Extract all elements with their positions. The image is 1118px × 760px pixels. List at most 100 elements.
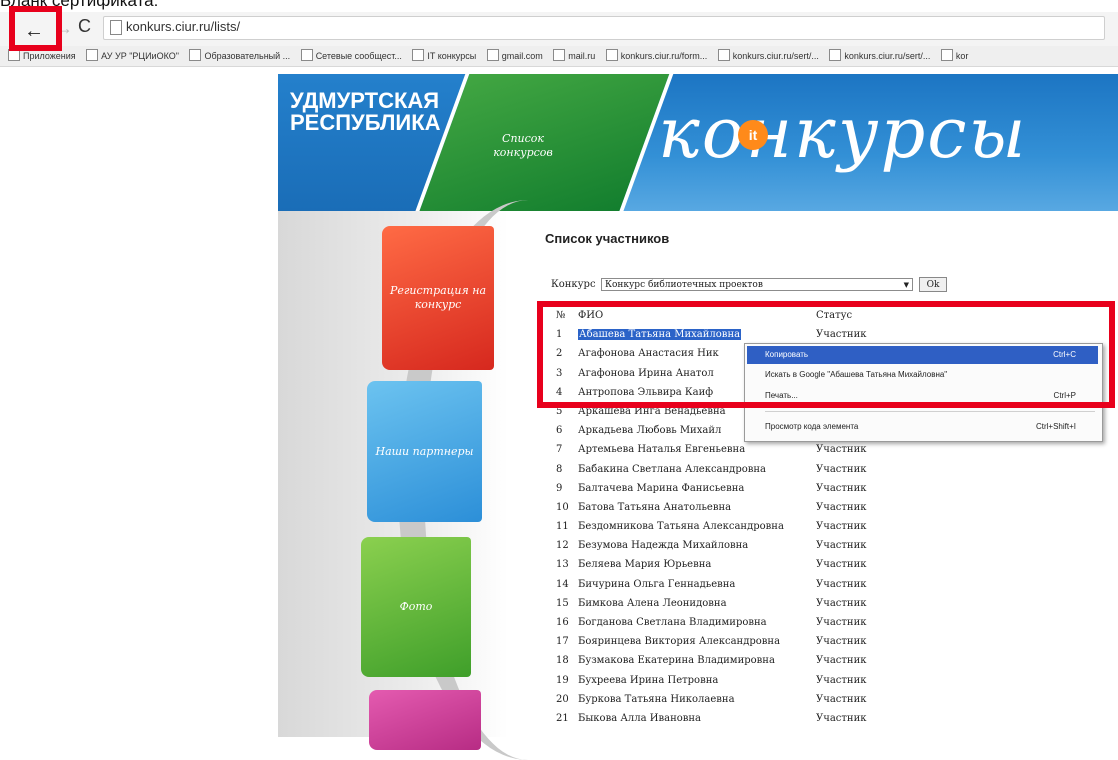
table-row: 20 Буркова Татьяна Николаевна Участник [556, 694, 976, 713]
menu-item-shortcut: Ctrl+Shift+I [1035, 422, 1076, 431]
row-fio-selected[interactable]: Абашева Татьяна Михайловна [578, 329, 742, 341]
mail-icon [553, 49, 566, 61]
row-status: Участник [816, 540, 867, 552]
site-icon [300, 49, 313, 61]
row-num: 12 [556, 540, 569, 552]
ok-button[interactable]: Ok [919, 277, 947, 292]
menu-item-label: Копировать [765, 350, 809, 359]
row-num: 18 [556, 655, 569, 667]
row-fio: Артемьева Наталья Евгеньевна [578, 444, 746, 456]
row-num: 16 [556, 617, 569, 628]
row-num: 3 [556, 367, 563, 379]
bookmark-item[interactable]: АУ УР "РЦИиОКО" [86, 46, 179, 66]
row-status: Участник [816, 712, 867, 724]
row-num: 15 [556, 597, 569, 609]
bookmark-item[interactable]: kor [940, 46, 968, 66]
bookmark-item[interactable]: konkurs.ciur.ru/form... [605, 46, 707, 66]
row-status: Участник [816, 482, 867, 494]
row-fio: Буркова Татьяна Николаевна [578, 693, 735, 705]
page-icon [110, 20, 122, 35]
table-row: 14 Бичурина Ольга Геннадьевна Участник [556, 579, 976, 598]
menu-item-copy[interactable]: Копировать Ctrl+C [747, 346, 1098, 364]
nav-registration[interactable]: Регистрация на конкурс [382, 226, 494, 370]
nav-photos[interactable]: Фото [361, 537, 471, 677]
nav-pink-tab[interactable] [369, 690, 481, 750]
row-status: Участник [816, 597, 867, 609]
row-fio: Бухреева Ирина Петровна [578, 674, 719, 686]
row-status: Участник [816, 501, 867, 513]
menu-item-print[interactable]: Печать... Ctrl+P [747, 387, 1098, 405]
row-num: 1 [556, 329, 563, 341]
row-num: 7 [556, 444, 563, 456]
row-fio: Бездомникова Татьяна Александровна [578, 521, 784, 533]
menu-item-label: Печать... [765, 391, 798, 400]
contests-tab-label[interactable]: Список конкурсов [488, 132, 558, 160]
row-num: 14 [556, 578, 569, 590]
page-icon [189, 49, 202, 61]
table-row: 15 Бимкова Алена Леонидовна Участник [556, 598, 976, 617]
table-row: 11 Бездомникова Татьяна Александровна Учас… [556, 521, 976, 540]
table-row: 7 Артемьева Наталья Евгеньевна Участник [556, 444, 976, 463]
table-row: 19 Бухреева Ирина Петровна Участник [556, 675, 976, 694]
nav-partners[interactable]: Наши партнеры [367, 381, 482, 522]
row-status: Участник [816, 521, 867, 533]
reload-button[interactable]: C [78, 16, 91, 37]
table-row: 10 Батова Татьяна Анатольевна Участник [556, 502, 976, 521]
bookmark-item[interactable]: mail.ru [553, 46, 595, 66]
row-num: 10 [556, 501, 569, 513]
gmail-icon [486, 49, 499, 61]
row-num: 21 [556, 712, 569, 724]
row-num: 6 [556, 425, 563, 437]
table-row: 13 Беляева Мария Юрьевна Участник [556, 559, 976, 578]
bookmark-item[interactable]: konkurs.ciur.ru/sert/... [717, 46, 819, 66]
bookmark-item[interactable]: Сетевые сообщест... [300, 46, 402, 66]
row-num: 4 [556, 386, 563, 398]
menu-item-shortcut: Ctrl+P [1053, 391, 1076, 400]
header-num: № [556, 310, 566, 321]
site-icon [717, 49, 730, 61]
menu-item-label: Искать в Google "Абашева Татьяна Михайло… [765, 370, 948, 379]
table-row: 9 Балтачева Марина Фанисьевна Участник [556, 483, 976, 502]
bookmark-item[interactable]: Образовательный ... [189, 46, 290, 66]
chevron-down-icon: ▼ [903, 281, 909, 289]
row-fio: Безумова Надежда Михайловна [578, 540, 749, 552]
address-bar[interactable]: konkurs.ciur.ru/lists/ [103, 16, 1105, 40]
row-fio: Быкова Алла Ивановна [578, 712, 702, 724]
row-num: 19 [556, 674, 569, 686]
context-menu: Копировать Ctrl+C Искать в Google "Абаше… [744, 343, 1103, 442]
page-icon [940, 49, 953, 61]
row-fio: Бузмакова Екатерина Владимировна [578, 655, 775, 667]
bookmark-item[interactable]: konkurs.ciur.ru/sert/... [829, 46, 930, 66]
bookmarks-bar: Приложения АУ УР "РЦИиОКО" Образовательн… [0, 46, 1118, 67]
row-fio: Богданова Светлана Владимировна [578, 617, 767, 628]
row-num: 9 [556, 482, 563, 494]
table-row: 12 Безумова Надежда Михайловна Участник [556, 540, 976, 559]
bookmark-item[interactable]: gmail.com [486, 46, 543, 66]
row-fio: Аркадьева Любовь Михайл [578, 425, 722, 437]
menu-item-inspect[interactable]: Просмотр кода элемента Ctrl+Shift+I [747, 418, 1098, 436]
table-header: № ФИО Статус [556, 310, 976, 329]
menu-item-search-google[interactable]: Искать в Google "Абашева Татьяна Михайло… [747, 366, 1098, 384]
row-status: Участник [816, 636, 867, 648]
forward-button[interactable]: → [55, 18, 73, 39]
contest-label: Конкурс [551, 279, 596, 290]
row-num: 13 [556, 559, 569, 571]
row-fio: Бабакина Светлана Александровна [578, 463, 767, 475]
menu-separator [765, 411, 1095, 412]
site-icon [86, 49, 99, 61]
row-fio: Бояринцева Виктория Александровна [578, 636, 781, 648]
row-fio: Бичурина Ольга Геннадьевна [578, 578, 736, 590]
contest-select[interactable]: Конкурс библиотечных проектов ▼ [601, 278, 913, 291]
row-num: 5 [556, 405, 563, 417]
back-button[interactable]: ← [17, 17, 51, 45]
row-status: Участник [816, 444, 867, 456]
apps-icon [8, 49, 20, 61]
table-row: 16 Богданова Светлана Владимировна Участни… [556, 617, 976, 636]
bookmark-item[interactable]: IT конкурсы [412, 46, 476, 66]
row-status: Участник [816, 329, 867, 341]
row-status: Участник [816, 617, 867, 628]
page-title: Список участников [545, 231, 670, 246]
site-logo: конкурсы [658, 92, 1028, 174]
table-row: 21 Быкова Алла Ивановна Участник [556, 713, 976, 732]
bookmark-item[interactable]: Приложения [8, 46, 76, 66]
